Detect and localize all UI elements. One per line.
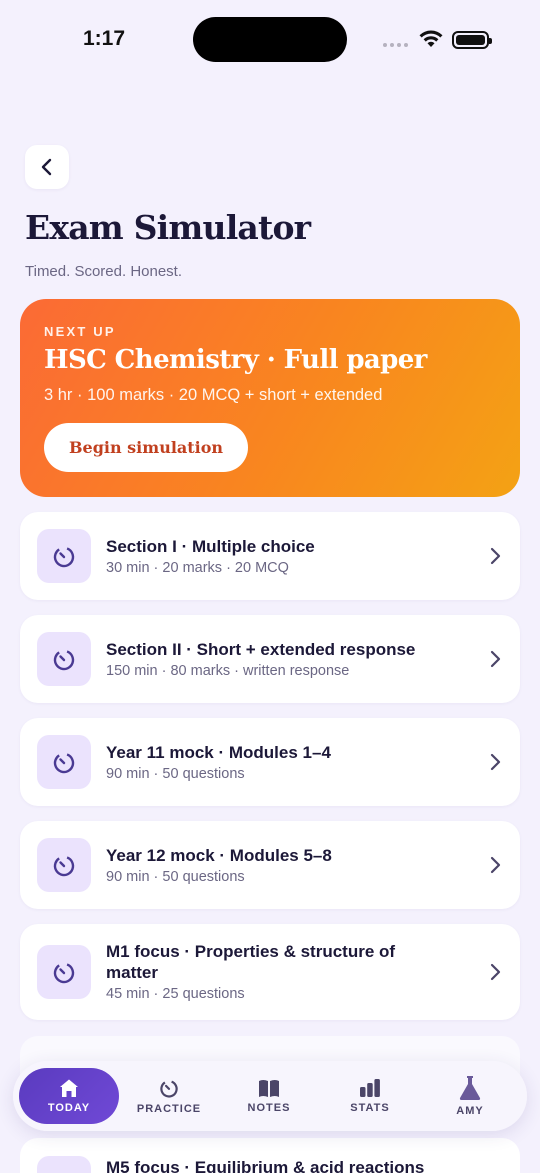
next-up-title: HSC Chemistry · Full paper <box>44 345 427 375</box>
status-time: 1:17 <box>83 27 126 50</box>
next-up-meta: 3 hr · 100 marks · 20 MCQ + short + exte… <box>44 386 383 404</box>
timer-icon <box>160 1080 178 1098</box>
exam-meta: 150 min · 80 marks · written response <box>106 663 350 679</box>
exam-title: M5 focus · Equilibrium & acid reactions <box>106 1158 425 1173</box>
exam-list-item[interactable]: M1 focus · Properties & structure of mat… <box>20 924 520 1020</box>
timer-icon <box>37 1156 91 1173</box>
chevron-left-icon <box>41 158 52 176</box>
exam-meta: 45 min · 25 questions <box>106 986 245 1002</box>
tab-label: PRACTICE <box>136 1103 202 1115</box>
page-title: Exam Simulator <box>25 208 311 247</box>
exam-title: Section II · Short + extended response <box>106 640 416 659</box>
book-icon <box>259 1080 279 1097</box>
tab-notes[interactable]: NOTES <box>219 1068 319 1124</box>
home-icon <box>60 1079 78 1097</box>
exam-title: Year 12 mock · Modules 5–8 <box>106 846 332 865</box>
chevron-right-icon <box>490 753 501 771</box>
chevron-right-icon <box>490 650 501 668</box>
timer-icon <box>37 945 91 999</box>
exam-title: Section I · Multiple choice <box>106 537 315 556</box>
exam-meta: 30 min · 20 marks · 20 MCQ <box>106 560 289 576</box>
status-bar: 1:17 <box>0 0 540 80</box>
exam-title: Year 11 mock · Modules 1–4 <box>106 743 331 762</box>
exam-meta: 90 min · 50 questions <box>106 869 245 885</box>
next-up-card: NEXT UP HSC Chemistry · Full paper 3 hr … <box>20 299 520 497</box>
wifi-icon <box>419 30 443 47</box>
tab-label: NOTES <box>247 1102 291 1114</box>
back-button[interactable] <box>25 145 69 189</box>
bar-chart-icon <box>360 1079 380 1097</box>
exam-title: M1 focus · Properties & structure of mat… <box>106 942 396 982</box>
exam-list-item[interactable]: Year 11 mock · Modules 1–4 90 min · 50 q… <box>20 718 520 806</box>
battery-icon <box>452 31 492 49</box>
exam-list-item[interactable]: M5 focus · Equilibrium & acid reactions <box>20 1138 520 1173</box>
flask-icon <box>459 1076 481 1100</box>
tab-amy[interactable]: AMY <box>420 1068 520 1124</box>
chevron-right-icon <box>490 547 501 565</box>
exam-meta: 90 min · 50 questions <box>106 766 245 782</box>
chevron-right-icon <box>490 856 501 874</box>
tab-stats[interactable]: STATS <box>320 1068 420 1124</box>
cellular-signal-icon <box>383 43 408 47</box>
timer-icon <box>37 529 91 583</box>
page-subtitle: Timed. Scored. Honest. <box>25 263 183 280</box>
exam-list-item[interactable]: Year 12 mock · Modules 5–8 90 min · 50 q… <box>20 821 520 909</box>
exam-list-item[interactable]: Section II · Short + extended response 1… <box>20 615 520 703</box>
dynamic-island <box>193 17 347 62</box>
timer-icon <box>37 838 91 892</box>
tab-label: STATS <box>350 1102 390 1114</box>
exam-list-item[interactable]: Section I · Multiple choice 30 min · 20 … <box>20 512 520 600</box>
tab-today[interactable]: TODAY <box>19 1068 119 1124</box>
tab-practice[interactable]: PRACTICE <box>119 1068 219 1124</box>
chevron-right-icon <box>490 963 501 981</box>
timer-icon <box>37 632 91 686</box>
begin-simulation-button[interactable]: Begin simulation <box>44 423 249 472</box>
tab-bar: TODAY PRACTICE NOTES STATS AMY <box>13 1061 527 1131</box>
tab-label: AMY <box>456 1105 484 1117</box>
tab-label: TODAY <box>47 1102 91 1114</box>
next-up-eyebrow: NEXT UP <box>44 324 116 339</box>
timer-icon <box>37 735 91 789</box>
